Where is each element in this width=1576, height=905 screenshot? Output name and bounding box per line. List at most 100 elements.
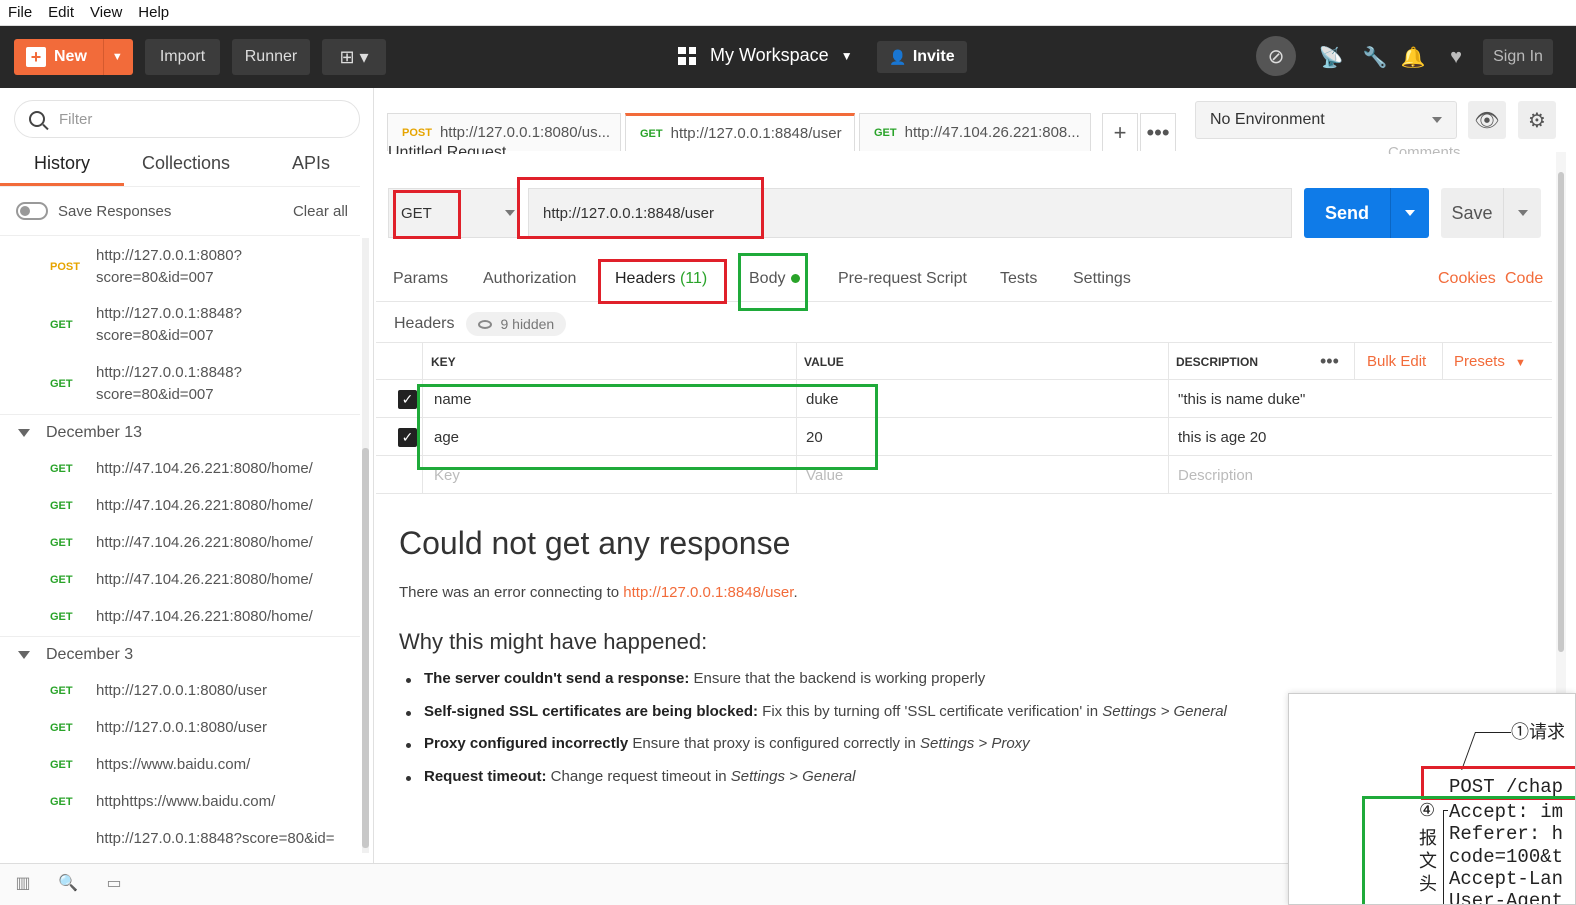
save-button[interactable]: Save bbox=[1441, 188, 1541, 238]
method-select[interactable]: GET bbox=[388, 188, 520, 238]
list-item[interactable]: GET http://127.0.0.1:8080/user bbox=[0, 709, 360, 746]
history-group-december-3[interactable]: December 3 bbox=[0, 636, 360, 672]
clear-all-button[interactable]: Clear all bbox=[293, 203, 348, 220]
menu-help[interactable]: Help bbox=[138, 4, 169, 21]
list-item[interactable]: GET http://127.0.0.1:8848?score=80&id=00… bbox=[0, 354, 360, 414]
history-group-december-13[interactable]: December 13 bbox=[0, 414, 360, 450]
invite-button[interactable]: 👤 Invite bbox=[877, 41, 967, 73]
cookies-link[interactable]: Cookies bbox=[1438, 270, 1496, 288]
sidebar-toggle-icon[interactable]: ▥ bbox=[12, 873, 34, 893]
tab-apis[interactable]: APIs bbox=[248, 148, 373, 186]
new-value-input[interactable]: Value bbox=[798, 456, 843, 494]
menu-bar: File Edit View Help bbox=[0, 0, 1576, 26]
presets-button[interactable]: Presets ▼ bbox=[1454, 353, 1526, 370]
status-dot-icon bbox=[791, 274, 801, 284]
request-tab[interactable]: GET http://47.104.26.221:808... bbox=[859, 113, 1091, 151]
menu-file[interactable]: File bbox=[8, 4, 32, 21]
wrench-icon[interactable]: 🔧 bbox=[1362, 44, 1388, 70]
code-link[interactable]: Code bbox=[1505, 270, 1543, 288]
comments-button[interactable]: Comments bbox=[1388, 140, 1461, 154]
list-item[interactable]: GET http://47.104.26.221:8080/home/ bbox=[0, 524, 360, 561]
heart-icon[interactable]: ♥ bbox=[1443, 44, 1469, 70]
new-key-input[interactable]: Key bbox=[426, 456, 460, 494]
list-item[interactable]: GET httphttps://www.baidu.com/ bbox=[0, 783, 360, 820]
add-tab-button[interactable]: + bbox=[1102, 113, 1138, 151]
gear-icon[interactable]: ⚙ bbox=[1518, 101, 1556, 139]
header-description-cell[interactable]: "this is name duke" bbox=[1170, 380, 1305, 418]
plus-icon: + bbox=[26, 47, 46, 67]
menu-view[interactable]: View bbox=[90, 4, 122, 21]
embedded-diagram-image: ①请求 POST /chap Accept: im Referer: h cod… bbox=[1288, 693, 1576, 905]
list-item[interactable]: POST http://127.0.0.1:8080?score=80&id=0… bbox=[0, 238, 360, 296]
filter-input[interactable]: Filter bbox=[14, 100, 360, 138]
send-button[interactable]: Send bbox=[1304, 188, 1429, 238]
new-button[interactable]: + New ▼ bbox=[14, 39, 133, 75]
url-input[interactable]: http://127.0.0.1:8848/user bbox=[528, 188, 1292, 238]
request-tab-active[interactable]: GET http://127.0.0.1:8848/user bbox=[625, 113, 855, 151]
runner-button[interactable]: Runner bbox=[232, 39, 310, 75]
caret-down-icon: ▼ bbox=[1515, 357, 1526, 369]
response-error-text: There was an error connecting to http://… bbox=[399, 584, 798, 601]
environment-selector[interactable]: No Environment bbox=[1195, 101, 1457, 139]
bulk-edit-button[interactable]: Bulk Edit bbox=[1367, 353, 1426, 370]
response-error-title: Could not get any response bbox=[399, 525, 791, 561]
request-title[interactable]: Untitled Request bbox=[388, 140, 506, 154]
list-item[interactable]: GET http://47.104.26.221:8080/home/ bbox=[0, 450, 360, 487]
tab-collections[interactable]: Collections bbox=[124, 148, 248, 186]
caret-down-icon[interactable]: ▼ bbox=[112, 51, 123, 63]
eye-icon[interactable]: 👁 bbox=[1468, 101, 1506, 139]
sidebar-tabs: History Collections APIs bbox=[0, 148, 373, 186]
import-button[interactable]: Import bbox=[145, 39, 220, 75]
workspace-label: My Workspace bbox=[710, 45, 829, 65]
checkbox-checked-icon[interactable]: ✓ bbox=[398, 390, 417, 409]
tab-tests[interactable]: Tests bbox=[1000, 270, 1037, 288]
more-options-icon[interactable]: ••• bbox=[1320, 351, 1339, 372]
list-item[interactable]: GET http://47.104.26.221:8080/home/ bbox=[0, 598, 360, 636]
caret-down-icon bbox=[505, 210, 515, 216]
new-description-input[interactable]: Description bbox=[1170, 456, 1253, 494]
error-url-link[interactable]: http://127.0.0.1:8848/user bbox=[623, 584, 793, 601]
satellite-icon[interactable]: 📡 bbox=[1318, 44, 1344, 70]
bell-icon[interactable]: 🔔 bbox=[1400, 44, 1426, 70]
header-key-cell[interactable]: name bbox=[426, 380, 472, 418]
filter-placeholder: Filter bbox=[59, 110, 93, 128]
list-item: Request timeout: Change request timeout … bbox=[406, 768, 1286, 801]
checkbox-checked-icon[interactable]: ✓ bbox=[398, 428, 417, 447]
caret-down-icon[interactable] bbox=[1405, 210, 1415, 216]
tab-prerequest-script[interactable]: Pre-request Script bbox=[838, 270, 967, 288]
headers-table: KEY VALUE DESCRIPTION ••• Bulk Edit Pres… bbox=[376, 342, 1552, 494]
more-tabs-button[interactable]: ••• bbox=[1140, 113, 1176, 151]
sidebar-scrollbar[interactable] bbox=[362, 238, 369, 853]
sync-off-icon[interactable]: ⊘ bbox=[1256, 36, 1296, 76]
header-value-cell[interactable]: 20 bbox=[798, 418, 823, 456]
list-item: Proxy configured incorrectly Ensure that… bbox=[406, 735, 1286, 768]
tab-headers[interactable]: Headers (11) bbox=[615, 270, 707, 288]
header-description-cell[interactable]: this is age 20 bbox=[1170, 418, 1266, 456]
list-item[interactable]: http://127.0.0.1:8848?score=80&id= bbox=[0, 820, 360, 857]
menu-edit[interactable]: Edit bbox=[48, 4, 74, 21]
sign-in-button[interactable]: Sign In bbox=[1483, 39, 1553, 75]
tab-history[interactable]: History bbox=[0, 148, 124, 186]
new-window-button[interactable]: ⊞ ▾ bbox=[322, 39, 386, 75]
list-item[interactable]: GET http://127.0.0.1:8080/user bbox=[0, 672, 360, 709]
eye-icon bbox=[478, 319, 493, 329]
tab-authorization[interactable]: Authorization bbox=[483, 270, 576, 288]
list-item[interactable]: GET http://47.104.26.221:8080/home/ bbox=[0, 487, 360, 524]
list-item[interactable]: GET http://47.104.26.221:8080/home/ bbox=[0, 561, 360, 598]
hidden-headers-toggle[interactable]: 9 hidden bbox=[466, 312, 567, 336]
caret-down-icon bbox=[1432, 117, 1442, 123]
save-responses-toggle[interactable] bbox=[16, 202, 48, 220]
tab-body[interactable]: Body bbox=[749, 270, 801, 288]
list-item[interactable]: GET https://www.baidu.com/ bbox=[0, 746, 360, 783]
list-item[interactable]: GET http://127.0.0.1:8848?score=80&id=00… bbox=[0, 296, 360, 354]
list-item: The server couldn't send a response: Ens… bbox=[406, 670, 1286, 703]
header-value-cell[interactable]: duke bbox=[798, 380, 839, 418]
caret-down-icon[interactable] bbox=[1518, 210, 1528, 216]
workspace-selector[interactable]: My Workspace ▼ bbox=[678, 45, 853, 66]
tab-settings[interactable]: Settings bbox=[1073, 270, 1131, 288]
find-icon[interactable]: 🔍 bbox=[57, 873, 79, 893]
tab-params[interactable]: Params bbox=[393, 270, 448, 288]
console-icon[interactable]: ▭ bbox=[103, 873, 125, 893]
invite-label: Invite bbox=[912, 48, 955, 65]
header-key-cell[interactable]: age bbox=[426, 418, 459, 456]
